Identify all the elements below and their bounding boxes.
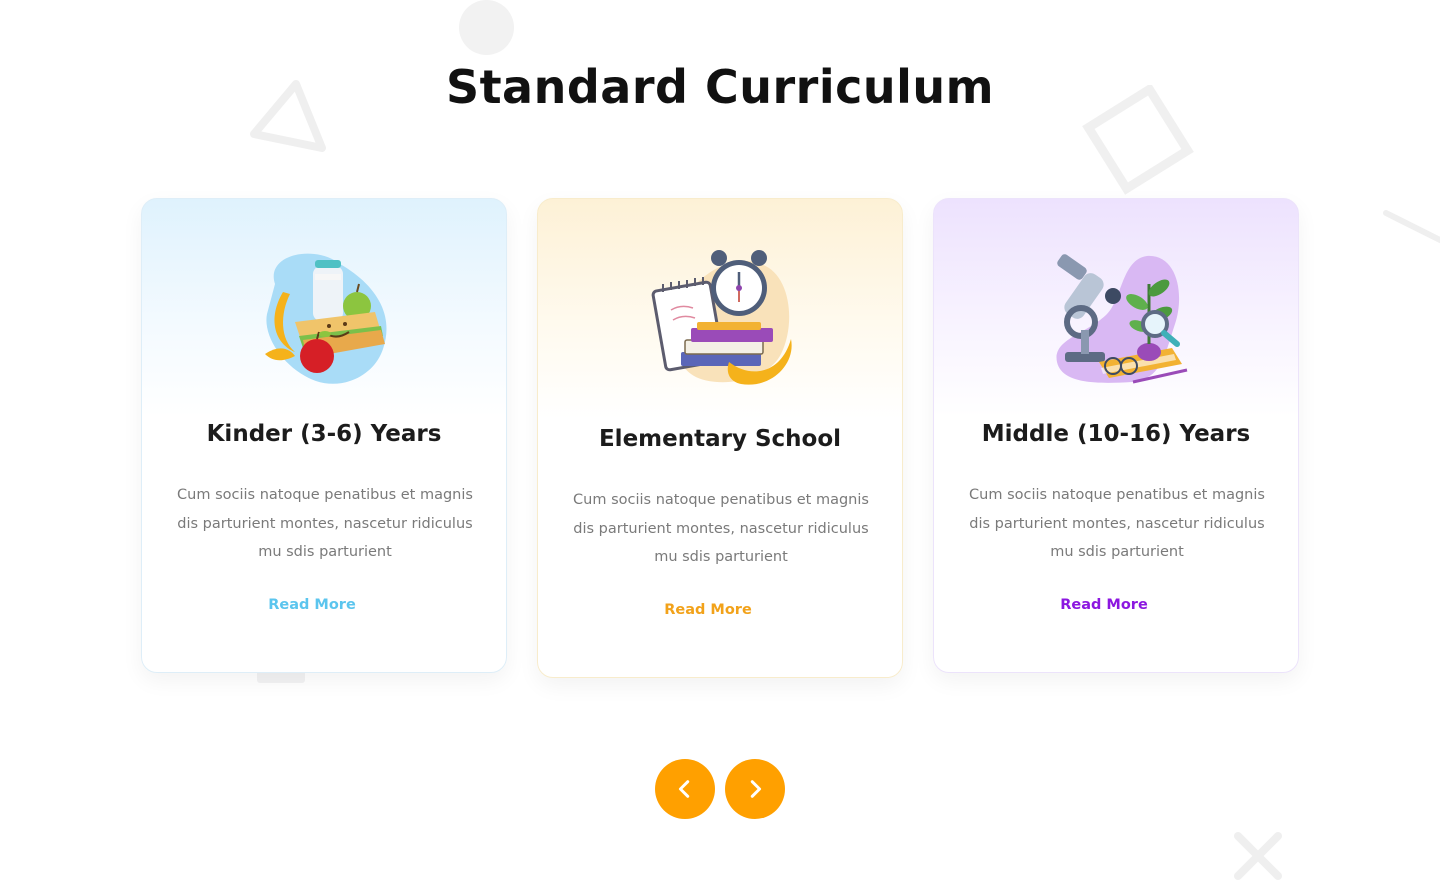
decorative-line-icon bbox=[1383, 210, 1440, 244]
card-description: Cum sociis natoque penatibus et magnis d… bbox=[969, 487, 1265, 560]
read-more-link-kinder[interactable]: Read More bbox=[142, 597, 482, 613]
curriculum-card-elementary: Elementary School Cum sociis natoque pen… bbox=[537, 198, 903, 678]
read-more-link-elementary[interactable]: Read More bbox=[538, 602, 878, 618]
card-title: Elementary School bbox=[598, 426, 842, 452]
carousel-next-button[interactable] bbox=[725, 759, 785, 819]
alarm-clock-books-illustration-icon bbox=[651, 250, 792, 385]
curriculum-card-kinder: Kinder (3-6) Years Cum sociis natoque pe… bbox=[141, 198, 507, 673]
read-more-link-middle[interactable]: Read More bbox=[934, 597, 1274, 613]
decorative-x-icon bbox=[1234, 832, 1282, 880]
card-description: Cum sociis natoque penatibus et magnis d… bbox=[573, 492, 869, 565]
decorative-circle bbox=[459, 0, 514, 55]
chevron-left-icon bbox=[678, 780, 690, 798]
microscope-plant-illustration-icon bbox=[1056, 254, 1188, 384]
lunch-food-illustration-icon bbox=[265, 253, 387, 384]
card-description: Cum sociis natoque penatibus et magnis d… bbox=[177, 487, 473, 560]
card-title: Middle (10-16) Years bbox=[981, 421, 1251, 447]
curriculum-card-middle: Middle (10-16) Years Cum sociis natoque … bbox=[933, 198, 1299, 673]
chevron-right-icon bbox=[750, 780, 762, 798]
card-title: Kinder (3-6) Years bbox=[206, 421, 442, 447]
page-title: Standard Curriculum bbox=[445, 60, 995, 114]
carousel-prev-button[interactable] bbox=[655, 759, 715, 819]
